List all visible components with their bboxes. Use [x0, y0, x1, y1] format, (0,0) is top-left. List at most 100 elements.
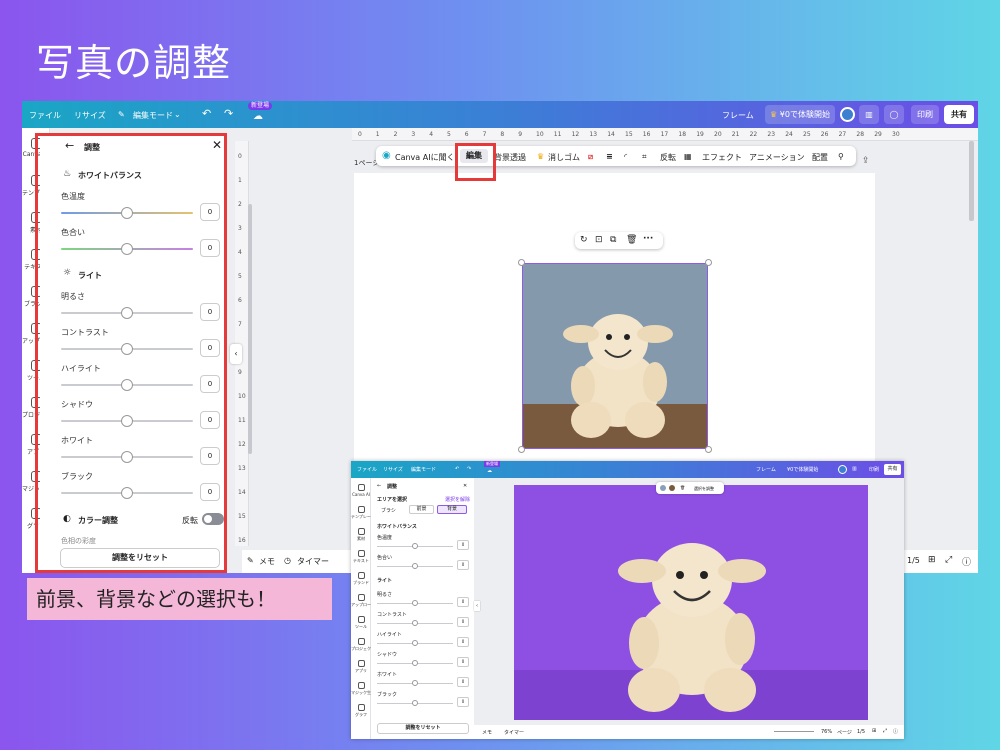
corner-radius-icon[interactable]: ◜: [624, 152, 627, 161]
redo-icon[interactable]: ↷: [224, 107, 233, 120]
inset-slider[interactable]: [377, 543, 453, 549]
inset-slider-knob[interactable]: [412, 620, 418, 626]
sheep-photo[interactable]: [522, 263, 708, 449]
grid-view-icon[interactable]: ⊞: [928, 555, 936, 565]
inset-rail-item[interactable]: テキスト: [351, 550, 371, 564]
timer-icon[interactable]: ◷: [284, 556, 291, 565]
inset-brush-option[interactable]: ブラシ: [381, 507, 396, 514]
inset-slider[interactable]: [377, 600, 453, 606]
inset-slider-value[interactable]: 0: [457, 637, 469, 647]
inset-slider-knob[interactable]: [412, 600, 418, 606]
inset-slider[interactable]: [377, 700, 453, 706]
paint-roller-icon[interactable]: ⚲: [838, 152, 844, 161]
inset-analytics-icon[interactable]: ▥: [852, 466, 857, 472]
inset-edit-mode[interactable]: 編集モード: [411, 466, 436, 473]
resize-handle[interactable]: [705, 259, 712, 266]
inset-slider-knob[interactable]: [412, 700, 418, 706]
inset-zoom-slider[interactable]: [774, 731, 814, 732]
cloud-save-icon[interactable]: ☁: [253, 111, 263, 122]
inset-rail-item[interactable]: テンプレート: [351, 506, 375, 520]
inset-avatar[interactable]: [838, 465, 847, 474]
inset-rail-item[interactable]: グラフ: [351, 704, 371, 718]
inset-slider-value[interactable]: 0: [457, 597, 469, 607]
edit-mode-dropdown[interactable]: 編集モード: [133, 110, 173, 121]
inset-print[interactable]: 印刷: [869, 466, 879, 473]
border-style-icon[interactable]: ≡: [606, 152, 613, 161]
inset-slider-value[interactable]: 0: [457, 677, 469, 687]
duplicate-icon[interactable]: ⧉: [610, 235, 616, 245]
inset-rail-item[interactable]: アプリ: [351, 660, 371, 674]
animation-button[interactable]: アニメーション: [749, 152, 805, 163]
inset-back-icon[interactable]: ←: [377, 483, 381, 489]
inset-slider[interactable]: [377, 563, 453, 569]
inset-cloud-icon[interactable]: ☁: [487, 468, 492, 474]
resize-handle[interactable]: [518, 446, 525, 453]
arrange-button[interactable]: 配置: [812, 152, 828, 163]
inset-reset-button[interactable]: 調整をリセット: [377, 723, 469, 734]
avatar[interactable]: [840, 107, 855, 122]
inset-trial[interactable]: ¥0で体験開始: [787, 466, 818, 473]
inset-deselect[interactable]: 選択を解除: [445, 496, 470, 503]
inset-menu-file[interactable]: ファイル: [357, 466, 377, 473]
inset-help-icon[interactable]: ⓘ: [893, 728, 898, 735]
memo-icon[interactable]: ✎: [247, 556, 254, 565]
resize-handle[interactable]: [705, 446, 712, 453]
inset-redo-icon[interactable]: ↷: [467, 466, 471, 472]
inset-delete-icon[interactable]: 🗑: [680, 485, 685, 490]
undo-icon[interactable]: ↶: [202, 107, 211, 120]
inset-slider[interactable]: [377, 620, 453, 626]
eraser-button[interactable]: 消しゴム: [548, 152, 580, 163]
inset-canvas-photo[interactable]: [514, 485, 868, 720]
inset-slider-knob[interactable]: [412, 680, 418, 686]
panel-scrollbar[interactable]: [248, 204, 252, 454]
inset-zoom[interactable]: 76%: [821, 729, 832, 735]
inset-slider-knob[interactable]: [412, 660, 418, 666]
trial-button[interactable]: ♛ ¥0で体験開始: [765, 105, 835, 124]
flip-button[interactable]: 反転: [660, 152, 676, 163]
share-button[interactable]: 共有: [944, 105, 974, 124]
inset-fullscreen-icon[interactable]: ⤢: [883, 728, 887, 734]
inset-rail-item[interactable]: ツール: [351, 616, 371, 630]
effect-button[interactable]: エフェクト: [702, 152, 742, 163]
inset-slider-knob[interactable]: [412, 640, 418, 646]
inset-frame[interactable]: フレーム: [756, 466, 776, 473]
inset-background-option[interactable]: 背景: [437, 505, 467, 514]
inset-slider[interactable]: [377, 660, 453, 666]
inset-slider-value[interactable]: 0: [457, 657, 469, 667]
inset-slider-knob[interactable]: [412, 543, 418, 549]
background-remove-button[interactable]: 背景透過: [494, 152, 526, 163]
menu-resize[interactable]: リサイズ: [74, 110, 106, 121]
inset-collapse-icon[interactable]: ‹: [474, 601, 480, 611]
fullscreen-icon[interactable]: ⤢: [945, 555, 952, 565]
inset-grid-icon[interactable]: ⊞: [872, 728, 876, 734]
inset-slider-value[interactable]: 0: [457, 617, 469, 627]
share-page-icon[interactable]: ⇪: [862, 156, 870, 166]
inset-rail-item[interactable]: マジック生成: [351, 682, 375, 696]
analytics-icon[interactable]: ▥: [859, 105, 879, 124]
more-icon[interactable]: ···: [643, 234, 653, 244]
color-slash-icon[interactable]: ⧄: [588, 152, 593, 162]
inset-slider[interactable]: [377, 680, 453, 686]
delete-icon[interactable]: 🗑: [626, 235, 637, 245]
inset-swatch-brown[interactable]: [669, 485, 675, 491]
inset-foreground-option[interactable]: 前景: [409, 505, 434, 514]
inset-undo-icon[interactable]: ↶: [455, 466, 459, 472]
inset-timer[interactable]: タイマー: [504, 729, 524, 736]
memo-button[interactable]: メモ: [259, 556, 275, 567]
inset-swatch-blue[interactable]: [660, 485, 666, 491]
timer-button[interactable]: タイマー: [297, 556, 329, 567]
inset-slider-knob[interactable]: [412, 563, 418, 569]
inset-memo[interactable]: メモ: [482, 729, 492, 736]
rotate-icon[interactable]: ↻: [580, 235, 588, 245]
inset-rail-item[interactable]: アップロード: [351, 594, 375, 608]
inset-rail-item[interactable]: 素材: [351, 528, 371, 542]
inset-close-icon[interactable]: ✕: [463, 483, 467, 489]
transparency-icon[interactable]: ▦: [684, 152, 692, 161]
inset-adjust-selection[interactable]: 選択を調整: [694, 486, 714, 492]
inset-rail-item[interactable]: Canva AI: [351, 484, 371, 497]
frame-label[interactable]: フレーム: [722, 110, 754, 121]
help-icon[interactable]: ⓘ: [962, 555, 971, 568]
inset-rail-item[interactable]: プロジェクト: [351, 638, 375, 652]
crop-icon[interactable]: ⌗: [642, 152, 647, 162]
inset-slider-value[interactable]: 0: [457, 560, 469, 570]
